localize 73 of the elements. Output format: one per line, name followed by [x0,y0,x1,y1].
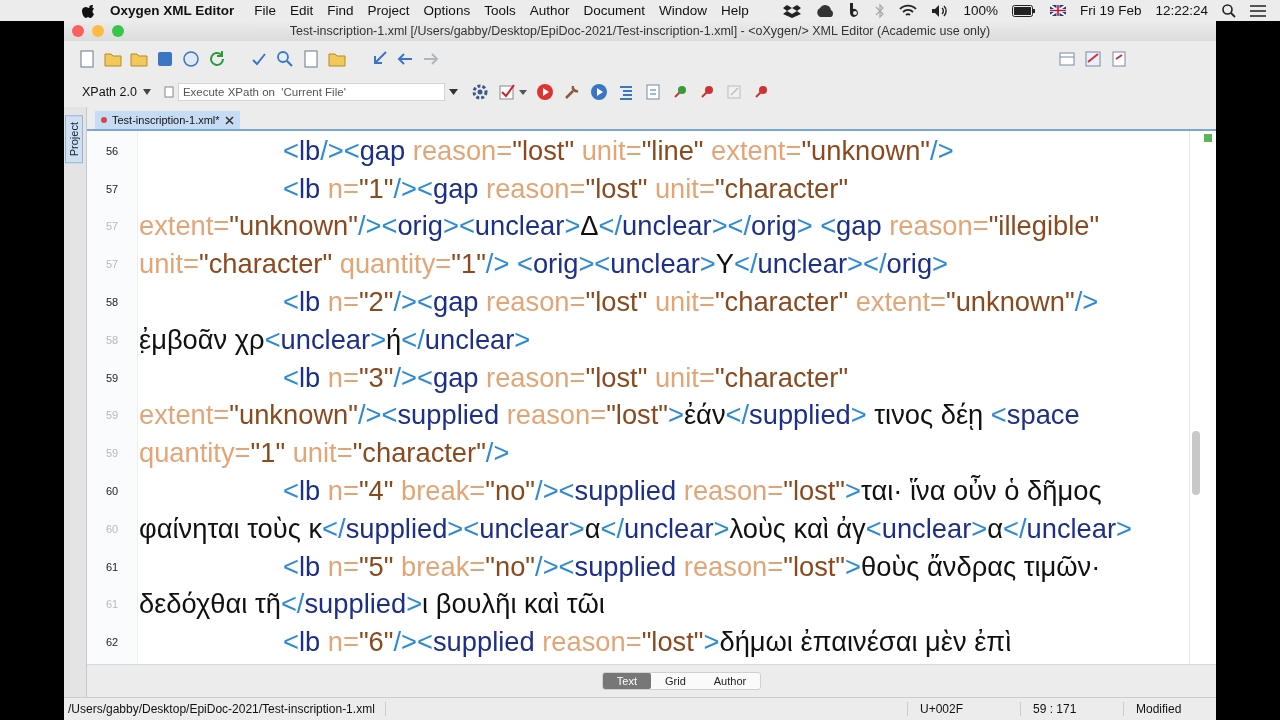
line-number: 59 [104,409,120,422]
window-title: Test-inscription-1.xml [/Users/gabby/Desktop/EpiDoc-2021/Test-inscription-1.xml] - <oXygen/> XML Editor (Academic use only) [288,24,992,38]
apple-icon[interactable] [82,2,96,19]
line-number: 58 [104,296,120,309]
play-icon[interactable] [535,83,554,101]
status-marker [1204,134,1212,142]
cloud-icon[interactable] [815,4,836,17]
app-name-menu[interactable]: Oxygen XML Editor [110,3,235,18]
scrollbar-thumb[interactable] [1192,431,1200,495]
menu-item[interactable]: Help [721,3,749,18]
code-line: <lb n="3"/><gap reason="lost" unit="character" [282,361,849,394]
code-line: δεδόχθαι τῆ</supplied>ι βουλῆι καὶ τῶι [138,588,605,621]
line-number: 57 [104,182,120,195]
code-line: <lb n="1"/><gap reason="lost" unit="character" [282,172,849,205]
editor-mode-tab[interactable]: Grid [651,673,700,689]
menu-item[interactable]: Options [423,3,471,18]
code-line: <lb n="4" break="no"/><supplied reason="lost">ται· ἵνα οὖν ὁ δῆμος [282,475,1102,508]
menu-item[interactable]: Author [529,3,570,18]
xpath-field[interactable]: Execute XPath on 'Current File' [177,83,445,101]
line-number: 56 [104,144,120,157]
code-line: unit="character" quantity="1"/> <orig><unclear>Y</unclear></orig> [138,248,949,281]
xpath-version-dropdown[interactable]: XPath 2.0 [78,83,155,101]
line-number: 58 [104,333,120,346]
code-line: quantity="1" unit="character"/> [138,437,510,470]
editor-tab[interactable]: Test-inscription-1.xml* [95,111,240,129]
code-line: extent="unknown"/><supplied reason="lost">ἐάν</supplied> τινος δέῃ <space [138,399,1080,432]
line-number: 60 [104,522,120,535]
menu-item[interactable]: Document [583,3,645,18]
line-number: 57 [104,258,120,271]
project-side-tab[interactable]: Project [65,115,83,164]
menu-item[interactable]: File [254,3,277,18]
box-icon[interactable] [783,3,802,18]
code-line: ἐ̣μβοᾶν χρ<unclear>ή</unclear> [138,323,531,356]
menu-clock[interactable]: 12:22:24 [1155,3,1208,18]
wifi-icon[interactable] [899,3,918,18]
status-path: /Users/gabby/Desktop/EpiDoc-2021/Test-inscription-1.xml [68,702,386,716]
flag-icon[interactable] [1049,5,1066,16]
line-number: 60 [104,485,120,498]
volume-icon[interactable] [931,3,950,18]
code-line: <lb/><gap reason="lost" unit="line" extent="unknown"/> [282,134,954,167]
menu-item[interactable]: Project [367,3,410,18]
battery-percent: 100% [963,3,998,18]
menu-item[interactable]: Find [327,3,354,18]
code-line: <lb n="5" break="no"/><supplied reason="lost">θοὺς ἄνδρας τιμῶν· [282,550,1101,583]
line-number: 61 [104,560,120,573]
code-line: <lb n="2"/><gap reason="lost" unit="character" extent="unknown"/> [282,286,1099,319]
code-line: extent="unknown"/><orig><unclear>Δ</unclear></orig> <gap reason="illegible" [138,210,1100,243]
editor-mode-tab[interactable]: Author [699,673,761,689]
status-position: 59 : 171 [1020,702,1123,716]
code-line: <lb n="6"/><supplied reason="lost">δήμωι ἐπαινέσαι μὲν ἐπὶ [282,626,1012,659]
code-line: φαίνηται τοὺς κ</supplied><unclear>α</unclear>λοὺς καὶ ἀγ<unclear>α</unclear> [138,512,1132,545]
line-number: 59 [104,371,120,384]
refresh-icon[interactable] [208,50,226,68]
gear-icon[interactable] [470,83,489,101]
menu-item[interactable]: Edit [290,3,314,18]
close-button[interactable] [72,25,84,37]
search-icon[interactable] [1222,3,1236,18]
check-icon[interactable] [497,83,516,101]
line-number: 59 [104,447,120,460]
editor-mode-tab[interactable]: Text [602,673,651,689]
line-number: 62 [104,636,120,649]
menu-item[interactable]: Window [658,3,707,18]
battery-icon[interactable] [1011,4,1036,17]
menu-date[interactable]: Fri 19 Feb [1079,3,1142,18]
close-icon[interactable] [224,115,234,125]
line-number: 57 [104,220,120,233]
layout-icon[interactable] [1058,50,1076,68]
caret-icon[interactable] [448,89,458,95]
status-character: U+002F [907,702,1020,716]
caret-icon[interactable] [142,89,151,95]
menu-item[interactable]: Tools [484,3,516,18]
line-number: 61 [104,598,120,611]
menu-icon[interactable] [1250,4,1266,17]
